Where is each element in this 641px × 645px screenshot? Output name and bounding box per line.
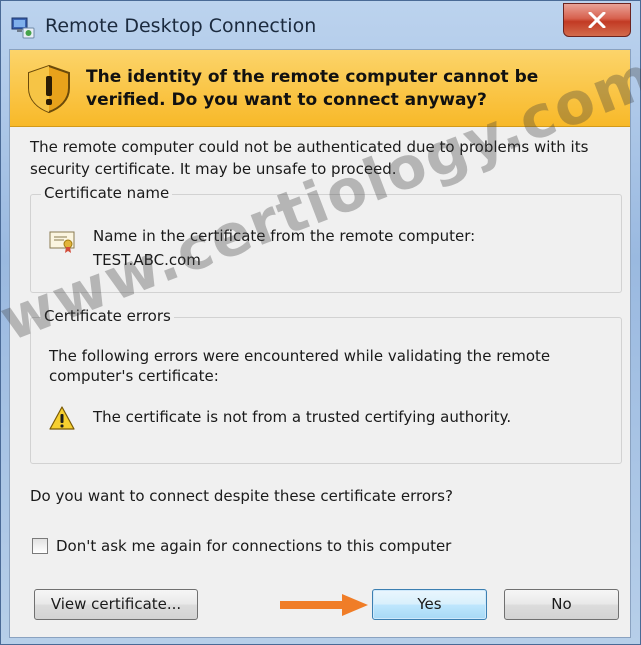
warning-banner: The identity of the remote computer cann… xyxy=(10,50,630,127)
certificate-errors-group: Certificate errors The following errors … xyxy=(30,307,622,464)
orange-arrow-icon xyxy=(280,594,368,616)
certificate-name-value: TEST.ABC.com xyxy=(93,251,201,269)
no-button[interactable]: No xyxy=(504,589,619,620)
title-bar[interactable]: Remote Desktop Connection xyxy=(1,1,640,49)
dont-ask-label[interactable]: Don't ask me again for connections to th… xyxy=(56,537,451,555)
close-button[interactable] xyxy=(563,3,631,37)
certificate-icon xyxy=(49,231,75,253)
connect-question: Do you want to connect despite these cer… xyxy=(30,487,453,505)
shield-warning-icon xyxy=(28,64,70,114)
close-icon xyxy=(588,12,606,28)
certificate-name-title: Certificate name xyxy=(41,184,173,202)
banner-heading: The identity of the remote computer cann… xyxy=(86,67,539,110)
intro-text: The remote computer could not be authent… xyxy=(30,138,589,178)
caution-icon xyxy=(49,406,75,430)
yes-button[interactable]: Yes xyxy=(372,589,487,620)
window-title: Remote Desktop Connection xyxy=(45,15,317,37)
certificate-errors-description: The following errors were encountered wh… xyxy=(49,347,551,385)
remote-desktop-connection-window: Remote Desktop Connection The identity o… xyxy=(0,0,641,645)
certificate-name-group: Certificate name Name in the certificate… xyxy=(30,184,622,293)
view-certificate-button[interactable]: View certificate... xyxy=(34,589,198,620)
remote-desktop-icon xyxy=(11,17,35,39)
certificate-errors-title: Certificate errors xyxy=(41,307,174,325)
dialog-content: The identity of the remote computer cann… xyxy=(9,49,631,638)
certificate-name-label: Name in the certificate from the remote … xyxy=(93,227,476,245)
dont-ask-checkbox[interactable] xyxy=(32,538,48,554)
certificate-error-item: The certificate is not from a trusted ce… xyxy=(93,408,512,426)
